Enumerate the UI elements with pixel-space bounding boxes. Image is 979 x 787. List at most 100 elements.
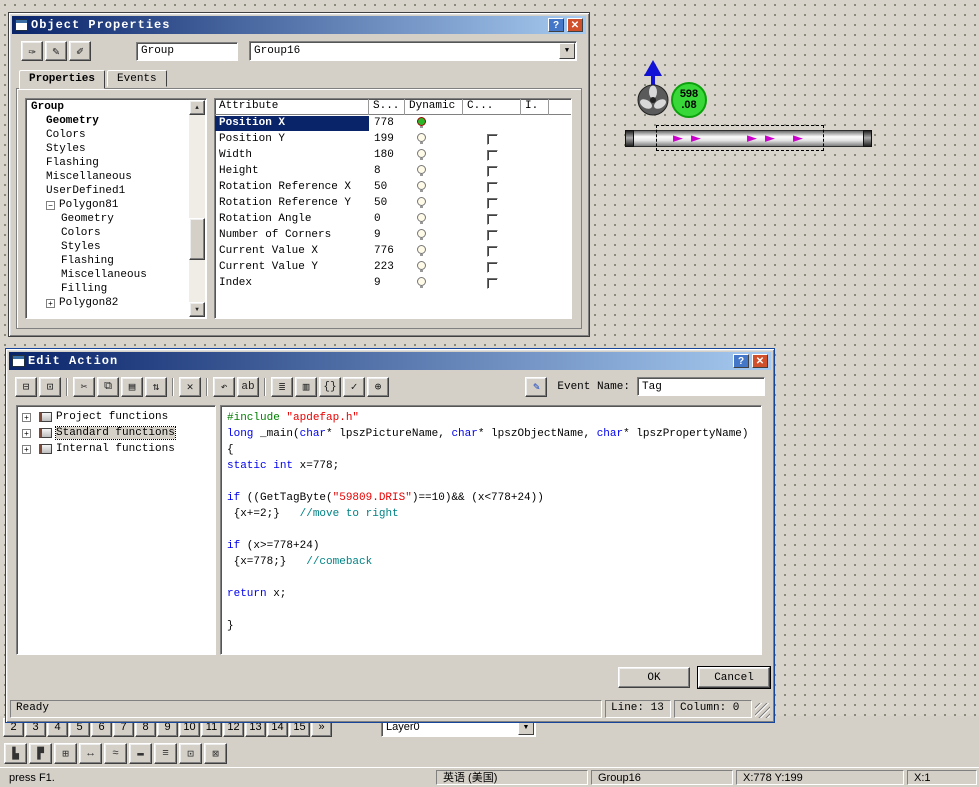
attribute-value[interactable]: 50 [369, 197, 405, 209]
dynamic-cell[interactable] [405, 132, 463, 146]
function-browser-button[interactable]: ▥ [295, 376, 317, 397]
dynamic-cell[interactable] [405, 148, 463, 162]
cycle-cell[interactable] [463, 133, 521, 145]
bulb-icon[interactable] [417, 180, 426, 192]
column-header[interactable]: S... [369, 99, 405, 115]
attribute-row[interactable]: Height 8 [215, 163, 571, 179]
functions-tree-label[interactable]: Standard functions [55, 426, 176, 440]
print-preview-button[interactable]: ⊡ [39, 376, 61, 397]
bulb-icon[interactable] [417, 196, 426, 208]
attribute-row[interactable]: Rotation Angle 0 [215, 211, 571, 227]
tree-item-geometry[interactable]: Geometry [27, 212, 189, 226]
checkbox[interactable] [486, 229, 498, 241]
checkbox[interactable] [486, 245, 498, 257]
dynamic-cell[interactable] [405, 228, 463, 242]
stack-tool-button[interactable]: ▛ [29, 743, 52, 764]
attribute-row[interactable]: Rotation Reference X 50 [215, 179, 571, 195]
cycle-cell[interactable] [463, 149, 521, 161]
dynamic-cell[interactable] [405, 180, 463, 194]
attribute-row[interactable]: Index 9 [215, 275, 571, 291]
trigger-button[interactable]: ✎ [525, 376, 548, 397]
functions-tree-label[interactable]: Project functions [56, 411, 168, 423]
bulb-icon[interactable] [417, 116, 426, 128]
dynamic-cell[interactable] [405, 244, 463, 258]
attribute-value[interactable]: 8 [369, 165, 405, 177]
cycle-cell[interactable] [463, 229, 521, 241]
attribute-name[interactable]: Rotation Reference X [215, 180, 369, 195]
tree-item-filling[interactable]: Filling [27, 282, 189, 296]
check-list-button[interactable]: ≣ [271, 376, 293, 397]
plus-box-icon[interactable]: + [22, 412, 31, 422]
tree-item-styles[interactable]: Styles [27, 142, 189, 156]
help-button[interactable]: ? [733, 354, 749, 368]
tab-properties[interactable]: Properties [19, 70, 106, 89]
checkbox[interactable] [486, 149, 498, 161]
plus-box-icon[interactable]: + [22, 428, 31, 438]
checkbox[interactable] [486, 133, 498, 145]
attribute-name[interactable]: Position Y [215, 132, 369, 147]
plus-box-icon[interactable]: + [22, 444, 31, 454]
print-button[interactable]: ⊟ [15, 376, 37, 397]
ea-titlebar[interactable]: Edit Action ? ✕ [9, 352, 771, 370]
checkbox[interactable] [486, 277, 498, 289]
cut-button[interactable]: ✂ [73, 376, 95, 397]
dynamic-cell[interactable] [405, 212, 463, 226]
width-tool-button[interactable]: ↔ [79, 743, 102, 764]
target-button[interactable]: ⊕ [367, 376, 389, 397]
sort-button[interactable]: ⇅ [145, 376, 167, 397]
close-button[interactable]: ✕ [752, 354, 768, 368]
help-button[interactable]: ? [548, 18, 564, 32]
snap-tool-button[interactable]: ⊡ [179, 743, 202, 764]
attribute-row[interactable]: Rotation Reference Y 50 [215, 195, 571, 211]
attribute-name[interactable]: Rotation Reference Y [215, 196, 369, 211]
tree-item-geometry[interactable]: Geometry [27, 114, 189, 128]
cycle-cell[interactable] [463, 197, 521, 209]
chart-tool-button[interactable]: ▙ [4, 743, 27, 764]
attribute-value[interactable]: 9 [369, 229, 405, 241]
cycle-cell[interactable] [463, 261, 521, 273]
object-type-field[interactable] [136, 41, 238, 61]
grid-add-tool-button[interactable]: ⊞ [54, 743, 77, 764]
bulb-icon[interactable] [417, 132, 426, 144]
column-header[interactable]: C... [463, 99, 521, 115]
bulb-icon[interactable] [417, 164, 426, 176]
checkbox[interactable] [486, 213, 498, 225]
attribute-value[interactable]: 199 [369, 133, 405, 145]
column-header[interactable]: Dynamic [405, 99, 463, 115]
attribute-value[interactable]: 50 [369, 181, 405, 193]
paste-button[interactable]: ▤ [121, 376, 143, 397]
tree-item-flashing[interactable]: Flashing [27, 254, 189, 268]
op-titlebar[interactable]: Object Properties ? ✕ [12, 16, 586, 34]
column-header[interactable]: I. [521, 99, 549, 115]
flow-direction-arrow-icon[interactable] [644, 60, 662, 76]
attribute-row[interactable]: Number of Corners 9 [215, 227, 571, 243]
font-check-button[interactable]: ab [237, 376, 259, 397]
attribute-value[interactable]: 0 [369, 213, 405, 225]
fan-icon[interactable] [636, 83, 670, 117]
attribute-name[interactable]: Index [215, 276, 369, 291]
cycle-cell[interactable] [463, 245, 521, 257]
functions-tree-item[interactable]: + Project functions [19, 409, 213, 425]
attribute-value[interactable]: 778 [369, 117, 405, 129]
functions-tree-item[interactable]: + Standard functions [19, 425, 213, 441]
dynamic-cell[interactable] [405, 276, 463, 290]
object-name-combo[interactable]: Group16 ▼ [249, 41, 577, 61]
tree-item-styles[interactable]: Styles [27, 240, 189, 254]
cycle-cell[interactable] [463, 213, 521, 225]
checkbox[interactable] [486, 261, 498, 273]
attribute-name[interactable]: Current Value Y [215, 260, 369, 275]
cycle-cell[interactable] [463, 181, 521, 193]
tree-item-colors[interactable]: Colors [27, 226, 189, 240]
bulb-icon[interactable] [417, 244, 426, 256]
pipe-tool-button[interactable]: ▬ [129, 743, 152, 764]
dynamic-cell[interactable] [405, 116, 463, 130]
minus-box-icon[interactable]: − [46, 200, 55, 210]
list-tool-button[interactable]: ≡ [154, 743, 177, 764]
scrollbar-thumb[interactable] [189, 218, 205, 260]
attribute-row[interactable]: Current Value Y 223 [215, 259, 571, 275]
bulb-icon[interactable] [417, 228, 426, 240]
attribute-row[interactable]: Current Value X 776 [215, 243, 571, 259]
close-button[interactable]: ✕ [567, 18, 583, 32]
tree-item-userdefined1[interactable]: UserDefined1 [27, 184, 189, 198]
attribute-row[interactable]: Position Y 199 [215, 131, 571, 147]
